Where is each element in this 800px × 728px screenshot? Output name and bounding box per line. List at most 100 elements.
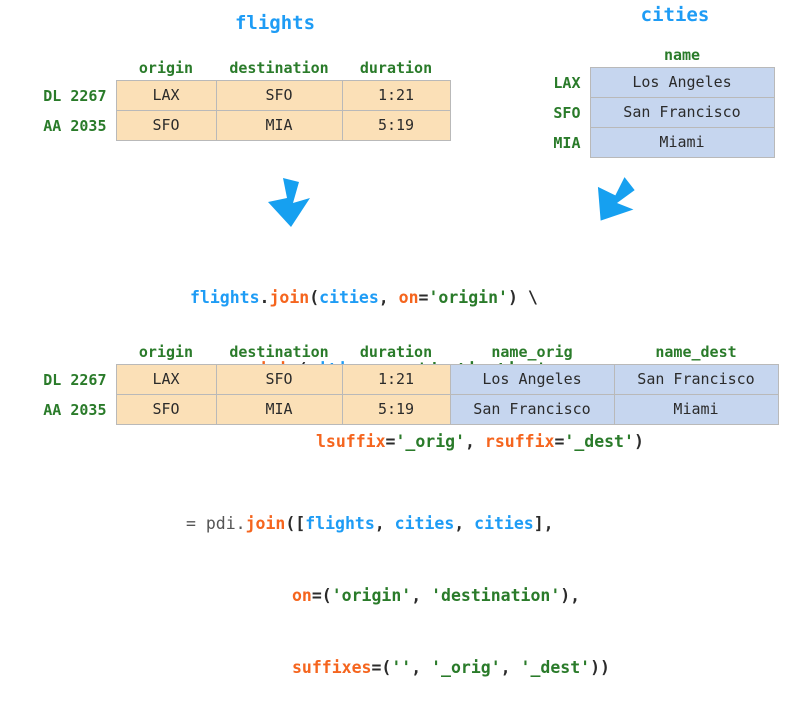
cell-origin: LAX [115, 80, 217, 111]
code-line: flights.join(cities, on='origin') \ [190, 286, 644, 310]
corner-spacer [545, 43, 590, 68]
code-line: lsuffix='_orig', rsuffix='_dest') [190, 430, 644, 454]
down-left-arrow-icon [582, 176, 652, 230]
row-header-label: AA 2035 [43, 116, 107, 135]
cell-name: Los Angeles [589, 67, 775, 98]
cell-origin: SFO [115, 110, 217, 141]
cities-table: name LAX Los Angeles SFO San Francisco M… [545, 43, 775, 158]
result-table: origin destination duration name_orig na… [3, 340, 779, 425]
code-token-equals: = [418, 288, 429, 307]
code-line: on=('origin', 'destination'), [186, 584, 610, 608]
cell-duration: 5:19 [341, 110, 451, 141]
column-header-origin: origin [138, 343, 194, 361]
row-header-label: MIA [553, 133, 581, 152]
code-token-comma: , [374, 514, 395, 533]
cell-origin: LAX [115, 364, 217, 395]
row-header-label: LAX [553, 73, 581, 92]
code-token-flights: flights [190, 288, 260, 307]
code-token-on: on [292, 586, 312, 605]
code-token-assign-pdi: = pdi [186, 514, 236, 533]
code-token-cities: cities [319, 288, 379, 307]
code-token-dest-suffix-string: '_dest' [564, 432, 634, 451]
code-token-comma: , [454, 514, 475, 533]
code-token-continuation: \ [517, 288, 538, 307]
table-row: AA 2035 SFO MIA 5:19 San Francisco Miami [3, 394, 779, 425]
table-row: SFO San Francisco [545, 97, 775, 128]
flights-table-title: flights [234, 12, 316, 34]
cell-name-dest: San Francisco [613, 364, 779, 395]
code-token-paren: ( [309, 288, 320, 307]
cities-table-title: cities [640, 4, 710, 26]
cell-destination: MIA [215, 394, 343, 425]
code-token-comma: , [465, 432, 485, 451]
cell-name: San Francisco [589, 97, 775, 128]
corner-spacer [3, 340, 116, 365]
table-row: DL 2267 LAX SFO 1:21 [3, 80, 451, 111]
code-token-join: join [269, 288, 310, 307]
code-token-equals: = [385, 432, 396, 451]
cell-destination: SFO [215, 80, 343, 111]
code-block-pdi-join: = pdi.join([flights, cities, cities], on… [186, 464, 610, 728]
diagram-canvas: flights origin destination duration DL 2… [0, 0, 800, 677]
code-token-close-bracket: ], [533, 514, 554, 533]
cell-duration: 1:21 [341, 364, 451, 395]
column-header-name-orig: name_orig [491, 343, 573, 361]
column-header-destination: destination [229, 343, 329, 361]
code-line: suffixes=('', '_orig', '_dest')) [186, 656, 610, 680]
cell-duration: 5:19 [341, 394, 451, 425]
code-token-origin-string: 'origin' [331, 586, 412, 605]
table-row: AA 2035 SFO MIA 5:19 [3, 110, 451, 141]
code-token-join: join [245, 514, 286, 533]
table-header-row: origin destination duration name_orig na… [3, 340, 778, 365]
code-token-destination-string: 'destination' [431, 586, 561, 605]
code-token-cities: cities [474, 514, 534, 533]
code-token-lsuffix: lsuffix [316, 432, 386, 451]
table-header-row: name [545, 43, 774, 68]
corner-spacer [3, 56, 116, 81]
table-row: LAX Los Angeles [545, 67, 775, 98]
cell-name-dest: Miami [613, 394, 779, 425]
cell-destination: MIA [215, 110, 343, 141]
code-token-comma: , [411, 658, 432, 677]
code-token-open-bracket: ([ [285, 514, 306, 533]
down-arrow-icon [258, 176, 328, 230]
code-token-orig-suffix-string: '_orig' [395, 432, 466, 451]
cell-name-orig: San Francisco [449, 394, 615, 425]
code-token-orig-suffix-string: '_orig' [431, 658, 501, 677]
flights-table: origin destination duration DL 2267 LAX … [3, 56, 451, 141]
table-row: DL 2267 LAX SFO 1:21 Los Angeles San Fra… [3, 364, 779, 395]
code-token-flights: flights [305, 514, 375, 533]
code-token-close-parens: )) [590, 658, 610, 677]
column-header-destination: destination [229, 59, 329, 77]
column-header-duration: duration [359, 59, 433, 77]
row-header-label: DL 2267 [43, 370, 107, 389]
code-token-cities: cities [394, 514, 455, 533]
column-header-origin: origin [138, 59, 194, 77]
cell-destination: SFO [215, 364, 343, 395]
code-token-comma: , [378, 288, 399, 307]
code-token-close-paren: ), [560, 586, 581, 605]
column-header-duration: duration [359, 343, 433, 361]
code-token-empty-string: '' [391, 658, 412, 677]
cell-duration: 1:21 [341, 80, 451, 111]
row-header-label: AA 2035 [43, 400, 107, 419]
code-token-dest-suffix-string: '_dest' [520, 658, 591, 677]
code-token-rsuffix: rsuffix [484, 432, 555, 451]
code-token-close-paren: ) [507, 288, 518, 307]
code-token-comma: , [500, 658, 521, 677]
row-header-label: DL 2267 [43, 86, 107, 105]
cell-name-orig: Los Angeles [449, 364, 615, 395]
code-token-dot: . [235, 514, 246, 533]
code-token-on: on [398, 288, 419, 307]
code-token-comma: , [411, 586, 432, 605]
table-row: MIA Miami [545, 127, 775, 158]
cell-origin: SFO [115, 394, 217, 425]
code-token-origin-string: 'origin' [428, 288, 508, 307]
code-token-suffixes: suffixes [292, 658, 372, 677]
code-token-dot: . [259, 288, 270, 307]
code-line: = pdi.join([flights, cities, cities], [186, 512, 610, 536]
code-token-equals-paren: =( [311, 586, 332, 605]
column-header-name-dest: name_dest [655, 343, 737, 361]
code-token-close-paren: ) [633, 432, 644, 451]
cell-name: Miami [589, 127, 775, 158]
